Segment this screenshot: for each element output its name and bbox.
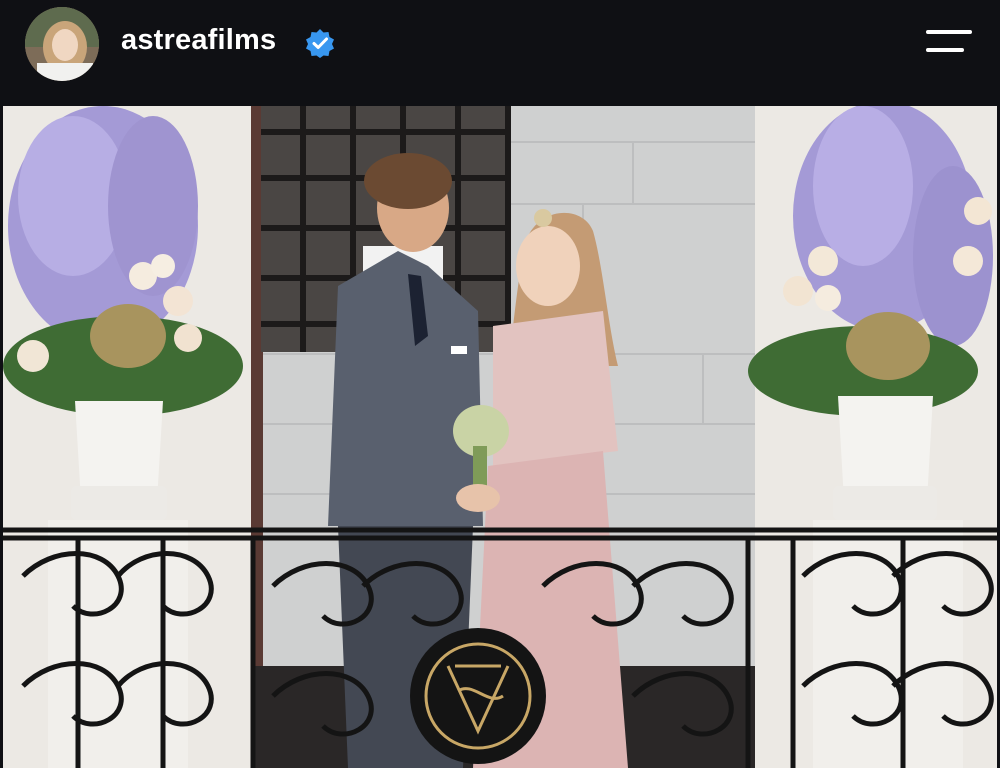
post-screen: astreafilms (0, 0, 1000, 768)
username-label[interactable]: astreafilms (121, 24, 276, 57)
verified-badge-icon (305, 28, 335, 58)
post-image (3, 106, 997, 768)
post-header: astreafilms (0, 0, 1000, 104)
hamburger-menu-icon[interactable] (922, 26, 974, 60)
profile-avatar[interactable] (25, 7, 99, 81)
